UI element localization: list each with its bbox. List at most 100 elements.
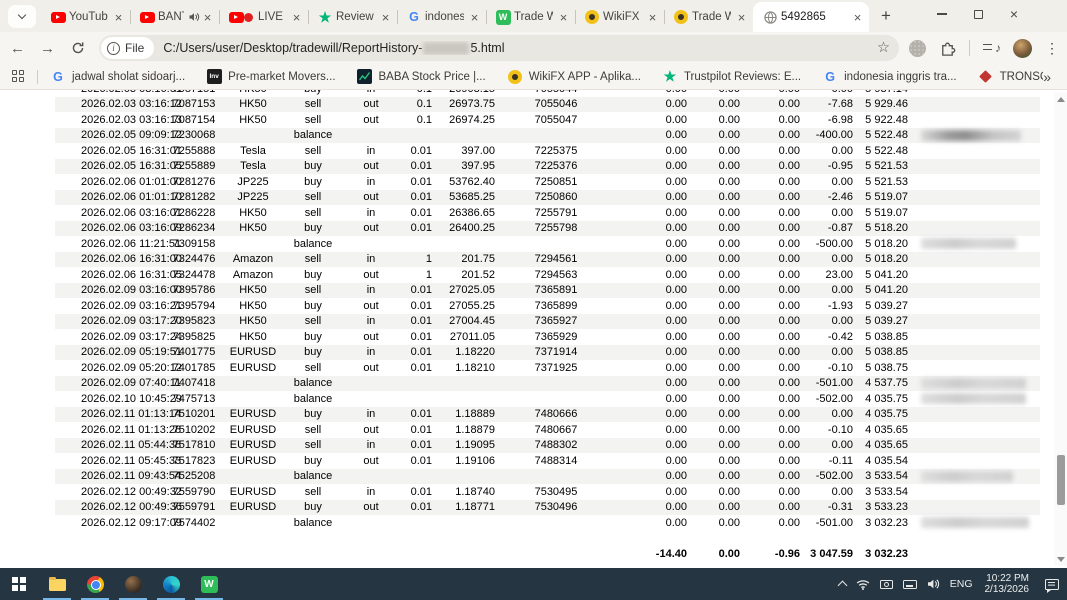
file-scheme-chip[interactable]: i File <box>101 37 154 59</box>
tab-1[interactable]: YouTube× <box>41 2 130 32</box>
tab-8[interactable]: Trade W F× <box>664 2 753 32</box>
cell-swap: 0.00 <box>743 408 803 420</box>
tab-9[interactable]: 5492865× <box>753 2 869 32</box>
bookmark-item-1[interactable]: Gjadwal sholat sidoarj... <box>50 69 185 85</box>
cell-fee: 0.00 <box>690 455 743 467</box>
cell-fee: 0.00 <box>690 501 743 513</box>
speaker-icon[interactable] <box>927 578 940 590</box>
reload-button[interactable] <box>65 36 90 61</box>
tab-7[interactable]: WikiFX A× <box>575 2 664 32</box>
tab-close-icon[interactable]: × <box>734 10 749 25</box>
apps-grid-icon[interactable] <box>12 70 25 83</box>
cell-profit: -502.00 <box>803 393 856 405</box>
tab-close-icon[interactable]: × <box>111 10 126 25</box>
tab-close-icon[interactable]: × <box>200 10 215 25</box>
cell-balance: 5 518.20 <box>856 222 911 234</box>
tray-chevron-up-icon[interactable] <box>837 581 847 591</box>
cell-order: 7255791 <box>498 207 614 219</box>
start-button[interactable] <box>0 568 38 600</box>
clock-time: 10:22 PM <box>985 573 1030 585</box>
action-center-icon[interactable] <box>1045 579 1059 590</box>
bookmark-item-5[interactable]: ★Trustpilot Reviews: E... <box>662 69 801 85</box>
tab-3[interactable]: LIVE |× <box>219 2 308 32</box>
taskbar-app-avatar[interactable] <box>114 568 152 600</box>
deal-row: 2026.02.11 05:45:337517823EURUSDbuyout0.… <box>55 453 1040 469</box>
cell-time: 2026.02.09 03:17:20 <box>55 315 170 327</box>
deal-row: 2026.02.09 05:19:517401775EURUSDbuyin0.0… <box>55 345 1040 361</box>
info-icon: i <box>107 42 120 55</box>
tab-close-icon[interactable]: × <box>378 10 393 25</box>
forward-button[interactable]: → <box>35 36 60 61</box>
bookmark-item-3[interactable]: BABA Stock Price |... <box>357 69 486 85</box>
cell-volume: 1 <box>404 269 434 281</box>
tab-audio-icon[interactable] <box>189 12 200 22</box>
close-button[interactable]: × <box>1003 3 1025 25</box>
tab-4[interactable]: ★Review su× <box>308 2 397 32</box>
cell-deal: 7475713 <box>170 393 218 405</box>
cell-volume: 0.01 <box>404 362 434 374</box>
cell-volume: 0.01 <box>404 439 434 451</box>
browser-menu-button[interactable]: ⋮ <box>1045 40 1055 57</box>
cell-profit: -0.10 <box>803 424 856 436</box>
cell-fee: 0.00 <box>690 191 743 203</box>
taskbar-clock[interactable]: 10:22 PM 2/13/2026 <box>983 573 1032 596</box>
cell-swap: 0.00 <box>743 129 803 141</box>
cell-type: buy <box>288 269 338 281</box>
restore-button[interactable] <box>967 3 989 25</box>
cell-symbol: HK50 <box>218 114 288 126</box>
reading-list-icon[interactable]: ♪ <box>983 41 1000 56</box>
tab-close-icon[interactable]: × <box>556 10 571 25</box>
cell-symbol: JP225 <box>218 191 288 203</box>
language-indicator[interactable]: ENG <box>950 578 973 590</box>
bookmarks-overflow-button[interactable]: » <box>1043 69 1051 85</box>
bookmark-item-2[interactable]: InvPre-market Movers... <box>206 69 335 85</box>
bookmark-item-7[interactable]: TRONSCAN | TRON... <box>978 69 1044 85</box>
page-scrollbar[interactable] <box>1054 92 1067 566</box>
cell-price: 26973.75 <box>434 98 498 110</box>
wifi-icon[interactable] <box>856 579 870 590</box>
bookmark-star-button[interactable]: ☆ <box>877 40 890 56</box>
new-tab-button[interactable]: + <box>873 3 899 29</box>
tab-close-icon[interactable]: × <box>645 10 660 25</box>
tab-close-icon[interactable]: × <box>850 10 865 25</box>
tab-close-icon[interactable]: × <box>289 10 304 25</box>
taskbar-edge[interactable] <box>152 568 190 600</box>
cell-price: 27025.05 <box>434 284 498 296</box>
cell-comment <box>911 378 1040 389</box>
cell-volume: 0.01 <box>404 176 434 188</box>
tab-6[interactable]: WTrade W× <box>486 2 575 32</box>
taskbar-tradew[interactable]: W <box>190 568 228 600</box>
touch-keyboard-icon[interactable] <box>903 580 917 589</box>
cell-swap: 0.00 <box>743 300 803 312</box>
bookmark-label: indonesia inggris tra... <box>844 71 957 83</box>
scrollbar-thumb[interactable] <box>1057 455 1065 505</box>
cell-direction: out <box>338 362 404 374</box>
address-bar[interactable]: i File C:/Users/user/Desktop/tradewill/R… <box>99 35 899 61</box>
extensions-puzzle-icon[interactable] <box>939 40 956 57</box>
taskbar-file-explorer[interactable] <box>38 568 76 600</box>
back-button[interactable]: ← <box>5 36 30 61</box>
url-suffix: 5.html <box>470 41 504 55</box>
cell-balance: 5 038.85 <box>856 331 911 343</box>
cell-deal: 7401775 <box>170 346 218 358</box>
cell-profit: 0.00 <box>803 284 856 296</box>
taskbar-chrome[interactable] <box>76 568 114 600</box>
tab-2[interactable]: BANT× <box>130 2 219 32</box>
display-sync-icon[interactable] <box>880 580 893 589</box>
cell-commission: 0.00 <box>614 393 690 405</box>
minimize-button[interactable] <box>931 3 953 25</box>
cell-swap: 0.00 <box>743 90 803 95</box>
bookmark-item-4[interactable]: WikiFX APP - Aplika... <box>507 69 641 85</box>
bookmark-item-6[interactable]: Gindonesia inggris tra... <box>822 69 957 85</box>
scrollbar-down-button[interactable] <box>1054 552 1067 566</box>
deal-row: 2026.02.05 16:31:017255888Teslasellin0.0… <box>55 143 1040 159</box>
profile-avatar[interactable] <box>1013 39 1032 58</box>
cell-swap: 0.00 <box>743 501 803 513</box>
cell-profit: 0.00 <box>803 346 856 358</box>
globe-extension-icon[interactable] <box>909 40 926 57</box>
tab-close-icon[interactable]: × <box>467 10 482 25</box>
tab-5[interactable]: Gindonesia× <box>397 2 486 32</box>
scrollbar-up-button[interactable] <box>1054 92 1067 106</box>
windows-taskbar: W ENG 10:22 PM 2/13/2026 <box>0 568 1067 600</box>
tab-list-button[interactable] <box>8 5 36 28</box>
